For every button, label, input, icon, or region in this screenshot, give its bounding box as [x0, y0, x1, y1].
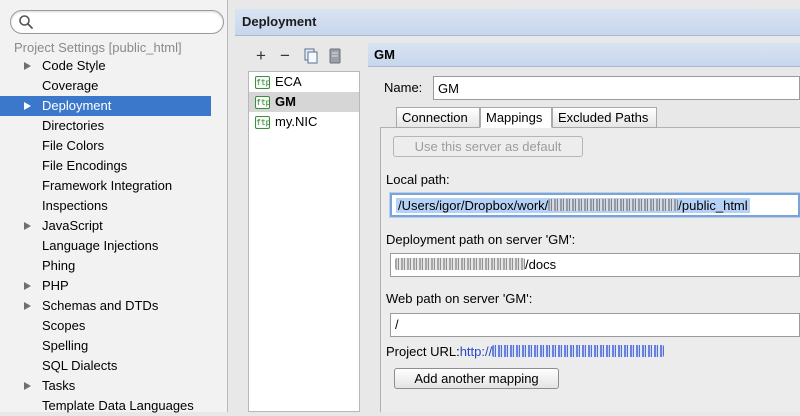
tree-title: Project Settings [public_html] — [14, 40, 182, 55]
server-item-my-nic[interactable]: ftp my.NIC — [249, 112, 359, 132]
tree-item-label: SQL Dialects — [42, 358, 118, 373]
tree-item-label: Language Injections — [42, 238, 159, 253]
local-path-input[interactable]: /Users/igor/Dropbox/work/ /public_html — [390, 193, 800, 217]
server-config-header: GM — [368, 43, 800, 67]
tree-item-label: Phing — [42, 258, 76, 273]
ftp-icon: ftp — [255, 116, 271, 129]
settings-tree: Code Style Coverage Deployment Directories F… — [0, 56, 228, 416]
page-header: Deployment — [235, 9, 800, 36]
server-options-button[interactable] — [326, 47, 344, 65]
ftp-icon: ftp — [255, 96, 271, 109]
redacted-text — [395, 258, 525, 270]
tree-item-label: Template Data Languages — [42, 398, 194, 413]
tree-item-label: Spelling — [42, 338, 89, 353]
tree-item-label: File Encodings — [42, 158, 128, 173]
tree-item-deployment[interactable]: Deployment — [0, 96, 211, 116]
tree-item-label: Framework Integration — [42, 178, 173, 193]
server-icon — [329, 48, 341, 64]
tab-mappings[interactable]: Mappings — [480, 107, 552, 128]
tree-item-code-style[interactable]: Code Style — [0, 56, 211, 76]
tree-item-language-injections[interactable]: Language Injections — [0, 236, 211, 256]
tree-item-label: JavaScript — [42, 218, 103, 233]
tree-item-schemas-and-dtds[interactable]: Schemas and DTDs — [0, 296, 211, 316]
search-input[interactable] — [37, 14, 217, 30]
server-list: ftp ECA ftp GM ftp my.NIC — [248, 71, 360, 412]
search-icon — [19, 15, 33, 29]
tab-excluded-paths[interactable]: Excluded Paths — [552, 107, 657, 128]
server-item-gm[interactable]: ftp GM — [249, 92, 359, 112]
tree-item-label: Deployment — [42, 98, 112, 113]
expand-arrow-icon[interactable] — [24, 62, 31, 70]
server-name-input[interactable] — [433, 76, 800, 100]
deployment-path-suffix: /docs — [525, 257, 557, 272]
tree-item-javascript[interactable]: JavaScript — [0, 216, 211, 236]
name-label: Name: — [384, 80, 423, 95]
tree-item-label: Code Style — [42, 58, 106, 73]
deployment-path-label: Deployment path on server 'GM': — [386, 232, 576, 247]
tree-item-label: File Colors — [42, 138, 105, 153]
tree-item-tasks[interactable]: Tasks — [0, 376, 211, 396]
page-title: Deployment — [242, 14, 317, 29]
local-path-value: /Users/igor/Dropbox/work/ /public_html — [396, 198, 750, 213]
deployment-path-input[interactable]: /docs — [390, 253, 800, 277]
expand-arrow-icon[interactable] — [24, 222, 31, 230]
tree-item-file-encodings[interactable]: File Encodings — [0, 156, 211, 176]
project-url-prefix: http:// — [459, 344, 493, 359]
servers-panel: + − ftp ECA ftp GM ftp my.NIC — [248, 43, 360, 412]
tree-item-label: Schemas and DTDs — [42, 298, 159, 313]
tree-item-scopes[interactable]: Scopes — [0, 316, 211, 336]
server-config-title: GM — [374, 47, 395, 62]
server-item-label: GM — [275, 94, 296, 109]
tree-item-directories[interactable]: Directories — [0, 116, 211, 136]
use-as-default-button[interactable]: Use this server as default — [393, 136, 583, 157]
expand-arrow-icon[interactable] — [24, 302, 31, 310]
expand-arrow-icon[interactable] — [24, 282, 31, 290]
settings-sidebar: Project Settings [public_html] Code Styl… — [0, 0, 228, 413]
ftp-icon: ftp — [255, 76, 271, 89]
project-url: Project URL:http:// — [386, 344, 665, 359]
local-path-label: Local path: — [386, 172, 450, 187]
redacted-url — [492, 345, 665, 357]
tab-connection[interactable]: Connection — [396, 107, 480, 128]
remove-server-button[interactable]: − — [276, 47, 294, 65]
tree-item-file-colors[interactable]: File Colors — [0, 136, 211, 156]
tree-item-label: Coverage — [42, 78, 99, 93]
server-item-label: my.NIC — [275, 114, 318, 129]
expand-arrow-icon[interactable] — [24, 102, 31, 110]
web-path-label: Web path on server 'GM': — [386, 291, 533, 306]
tree-item-framework-integration[interactable]: Framework Integration — [0, 176, 211, 196]
tree-item-phing[interactable]: Phing — [0, 256, 211, 276]
tree-item-php[interactable]: PHP — [0, 276, 211, 296]
tree-item-label: Scopes — [42, 318, 86, 333]
redacted-text — [548, 199, 679, 211]
server-item-label: ECA — [275, 74, 302, 89]
web-path-value: / — [395, 317, 399, 332]
expand-arrow-icon[interactable] — [24, 382, 31, 390]
server-item-eca[interactable]: ftp ECA — [249, 72, 359, 92]
tree-item-label: Tasks — [42, 378, 76, 393]
tree-item-template-data-languages[interactable]: Template Data Languages — [0, 396, 211, 416]
copy-icon — [304, 48, 318, 64]
local-path-prefix: /Users/igor/Dropbox/work/ — [398, 198, 549, 213]
project-url-label: Project URL: — [386, 344, 460, 359]
tree-item-inspections[interactable]: Inspections — [0, 196, 211, 216]
local-path-suffix: /public_html — [678, 198, 748, 213]
web-path-input[interactable]: / — [390, 313, 800, 337]
tree-item-sql-dialects[interactable]: SQL Dialects — [0, 356, 211, 376]
tree-item-spelling[interactable]: Spelling — [0, 336, 211, 356]
copy-server-button[interactable] — [302, 47, 320, 65]
tree-item-label: Inspections — [42, 198, 108, 213]
project-url-link[interactable]: http:// — [460, 344, 665, 359]
add-server-button[interactable]: + — [252, 47, 270, 65]
add-mapping-button[interactable]: Add another mapping — [394, 368, 559, 389]
search-box[interactable] — [10, 10, 224, 34]
tree-item-coverage[interactable]: Coverage — [0, 76, 211, 96]
tree-item-label: Directories — [42, 118, 105, 133]
tree-item-label: PHP — [42, 278, 69, 293]
